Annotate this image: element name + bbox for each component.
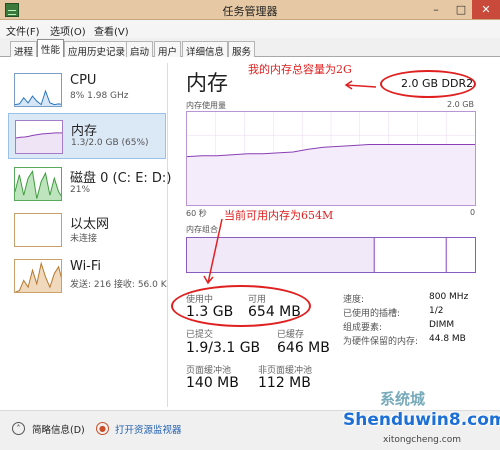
speed-label: 速度: — [343, 295, 365, 305]
tab-services[interactable]: 服务 — [228, 41, 256, 58]
usage-chart-max: 2.0 GB — [447, 100, 474, 109]
total-capacity-annotation: 我的内存总容量为2G — [248, 63, 352, 76]
sidebar-item-wifi[interactable]: Wi-Fi 发送: 216 接收: 56.0 K — [8, 253, 167, 299]
memory-history-area — [16, 132, 62, 153]
paged-pool-value: 140 MB — [186, 375, 239, 391]
tab-users[interactable]: 用户 — [154, 41, 182, 58]
speed-value: 800 MHz — [429, 292, 469, 302]
hardware-reserved-label: 为硬件保留的内存: — [343, 337, 419, 347]
sidebar-item-label: Wi-Fi — [70, 259, 102, 274]
wifi-thumbnail — [14, 259, 62, 293]
time-axis-end: 0 — [470, 208, 476, 217]
performance-panel: CPU 8% 1.98 GHz 内存 1.3/2.0 GB (65%) 磁盘 0… — [0, 57, 500, 409]
memory-detail: 内存 2.0 GB DDR2 内存使用量 2.0 GB 60 秒 0 内存组合 … — [171, 57, 478, 409]
composition-chart-label: 内存组合 — [186, 225, 218, 234]
menu-options[interactable]: 选项(O) — [50, 23, 86, 38]
sidebar-item-value: 8% 1.98 GHz — [70, 91, 129, 101]
form-factor-value: DIMM — [429, 320, 455, 330]
tab-details[interactable]: 详细信息 — [182, 41, 229, 58]
sidebar-item-label: 以太网 — [70, 217, 110, 232]
maximize-button[interactable]: □ — [449, 0, 473, 19]
menu-file[interactable]: 文件(F) — [6, 23, 40, 38]
tab-app-history[interactable]: 应用历史记录 — [64, 41, 130, 58]
title-bar: 任务管理器 – □ ✕ — [0, 0, 500, 20]
open-resource-monitor-link[interactable]: 打开资源监视器 — [115, 422, 182, 436]
time-axis-start: 60 秒 — [186, 209, 207, 218]
available-memory-annotation: 当前可用内存为654M — [224, 209, 334, 222]
sidebar-item-value: 发送: 216 接收: 56.0 K — [70, 280, 167, 290]
cached-value: 646 MB — [277, 340, 330, 356]
resource-list: CPU 8% 1.98 GHz 内存 1.3/2.0 GB (65%) 磁盘 0… — [8, 63, 171, 407]
chevron-up-icon[interactable]: ˄ — [12, 422, 25, 435]
cached-label: 已缓存 — [277, 330, 305, 340]
sidebar-item-cpu[interactable]: CPU 8% 1.98 GHz — [8, 67, 166, 113]
sidebar-item-value: 1.3/2.0 GB (65%) — [71, 138, 149, 148]
annotation-arrows — [203, 80, 377, 285]
close-button[interactable]: ✕ — [472, 0, 500, 19]
sidebar-item-value: 未连接 — [70, 234, 98, 244]
watermark-brand: 系统城 — [380, 390, 426, 408]
memory-usage-area — [187, 144, 475, 205]
tab-performance[interactable]: 性能 — [37, 39, 65, 58]
sidebar-item-disk[interactable]: 磁盘 0 (C: E: D:) 21% — [8, 161, 171, 207]
slots-label: 已使用的插槽: — [343, 309, 401, 319]
site-watermark: 系统城 Shenduwin8.com xitongcheng.com — [335, 380, 500, 450]
hardware-reserved-value: 44.8 MB — [429, 334, 466, 344]
nonpaged-pool-value: 112 MB — [258, 375, 311, 391]
ethernet-thumbnail — [14, 213, 62, 247]
tab-processes[interactable]: 进程 — [10, 41, 38, 58]
disk-thumbnail — [14, 167, 62, 201]
watermark-domain: Shenduwin8.com — [343, 410, 500, 430]
committed-label: 已提交 — [186, 330, 214, 340]
committed-value: 1.9/3.1 GB — [186, 340, 261, 356]
slots-value: 1/2 — [429, 306, 444, 316]
total-highlight-ellipse — [380, 70, 476, 98]
usage-chart-label: 内存使用量 — [186, 101, 226, 110]
sidebar-item-label: CPU — [70, 73, 97, 88]
minimize-button[interactable]: – — [424, 0, 448, 19]
form-factor-label: 组成要素: — [343, 323, 383, 333]
watermark-subdomain: xitongcheng.com — [383, 435, 461, 445]
fewer-details-link[interactable]: 简略信息(D) — [32, 422, 85, 436]
sidebar-item-value: 21% — [70, 185, 91, 195]
memory-thumbnail — [15, 120, 63, 154]
memory-composition-chart — [186, 237, 476, 273]
tab-startup[interactable]: 启动 — [126, 41, 154, 58]
sidebar-item-memory[interactable]: 内存 1.3/2.0 GB (65%) — [8, 113, 166, 159]
menu-bar: 文件(F) 选项(O) 查看(V) — [0, 20, 500, 38]
menu-view[interactable]: 查看(V) — [94, 23, 129, 38]
sidebar-item-label: 磁盘 0 (C: E: D:) — [70, 171, 172, 186]
memory-usage-chart — [186, 111, 476, 206]
sidebar-item-ethernet[interactable]: 以太网 未连接 — [8, 207, 166, 253]
sidebar-item-label: 内存 — [71, 124, 98, 139]
tab-bar: 进程 性能 应用历史记录 启动 用户 详细信息 服务 — [0, 38, 500, 58]
composition-in-use — [187, 238, 375, 272]
resource-monitor-icon: ● — [96, 422, 109, 435]
stats-highlight-ellipse — [171, 285, 311, 327]
cpu-thumbnail — [14, 73, 62, 107]
page-title: 内存 — [186, 71, 228, 95]
